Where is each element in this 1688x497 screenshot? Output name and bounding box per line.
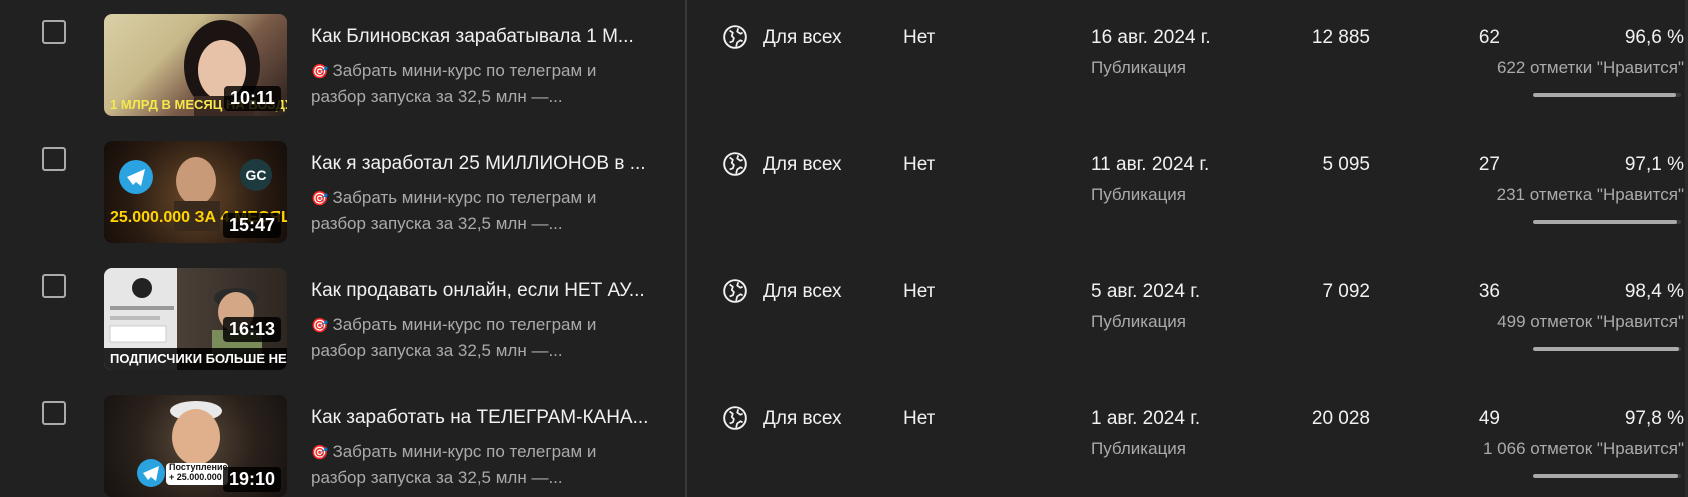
likes-count: 622 отметки "Нравится"	[1496, 58, 1684, 77]
globe-icon[interactable]	[722, 151, 748, 177]
description-line: разбор запуска за 32,5 млн —...	[311, 341, 563, 360]
likes-percent: 98,4 %	[1624, 281, 1684, 302]
publish-status: Публикация	[1091, 312, 1187, 331]
select-checkbox[interactable]	[42, 20, 66, 44]
likes-count: 1 066 отметок "Нравится"	[1482, 439, 1684, 458]
restrictions-value: Нет	[903, 408, 936, 429]
video-description: 🎯 Забрать мини-курс по телеграм и разбор …	[311, 185, 671, 236]
dart-icon: 🎯	[311, 190, 329, 206]
dart-icon: 🎯	[311, 444, 329, 460]
globe-icon[interactable]	[722, 24, 748, 50]
video-duration: 10:11	[223, 86, 281, 111]
visibility-label[interactable]: Для всех	[763, 408, 842, 430]
visibility-label[interactable]: Для всех	[763, 281, 842, 303]
likes-percent: 96,6 %	[1624, 27, 1684, 48]
visibility-label[interactable]: Для всех	[763, 27, 842, 49]
comments-count: 36	[1478, 281, 1500, 302]
videos-table: 1 МЛРД В МЕСЯЦ НА ВОЗДУХЕ? 10:11 Как Бли…	[0, 0, 1688, 497]
video-title[interactable]: Как заработать на ТЕЛЕГРАМ-КАНА...	[311, 407, 666, 429]
comments-count: 49	[1478, 408, 1500, 429]
likes-ratio-bar	[1533, 93, 1681, 97]
likes-count: 499 отметок "Нравится"	[1497, 312, 1684, 331]
likes-count: 231 отметка "Нравится"	[1496, 185, 1684, 204]
likes-ratio-fill	[1533, 474, 1678, 478]
publish-status: Публикация	[1091, 185, 1187, 204]
likes-ratio-bar	[1533, 220, 1681, 224]
description-line: Забрать мини-курс по телеграм и	[332, 315, 597, 334]
comments-count: 27	[1478, 154, 1500, 175]
video-thumbnail[interactable]: 1 МЛРД В МЕСЯЦ НА ВОЗДУХЕ? 10:11	[104, 14, 287, 116]
video-thumbnail[interactable]: Поступление + 25.000.000 19:10	[104, 395, 287, 497]
visibility-label[interactable]: Для всех	[763, 154, 842, 176]
video-title[interactable]: Как я заработал 25 МИЛЛИОНОВ в ...	[311, 153, 666, 175]
table-row[interactable]: 1 МЛРД В МЕСЯЦ НА ВОЗДУХЕ? 10:11 Как Бли…	[0, 0, 1688, 128]
views-count: 20 028	[1311, 408, 1370, 429]
select-checkbox[interactable]	[42, 401, 66, 425]
likes-ratio-bar	[1533, 474, 1681, 478]
description-line: разбор запуска за 32,5 млн —...	[311, 87, 563, 106]
logo-mark: GC	[246, 167, 267, 183]
video-duration: 19:10	[222, 467, 281, 492]
description-line: разбор запуска за 32,5 млн —...	[311, 214, 563, 233]
likes-percent: 97,1 %	[1624, 154, 1684, 175]
likes-ratio-bar	[1533, 347, 1681, 351]
restrictions-value: Нет	[903, 154, 936, 175]
likes-ratio-fill	[1533, 347, 1679, 351]
video-thumbnail[interactable]: GC 25.000.000 ЗА 4 МЕСЯЦА 15:47	[104, 141, 287, 243]
restrictions-value: Нет	[903, 281, 936, 302]
publish-date: 11 авг. 2024 г.	[1091, 154, 1210, 175]
likes-percent: 97,8 %	[1624, 408, 1684, 429]
video-title[interactable]: Как Блиновская зарабатывала 1 М...	[311, 26, 666, 48]
views-count: 12 885	[1311, 27, 1370, 48]
publish-date: 1 авг. 2024 г.	[1091, 408, 1201, 429]
globe-icon[interactable]	[722, 405, 748, 431]
likes-ratio-fill	[1533, 220, 1677, 224]
description-line: разбор запуска за 32,5 млн —...	[311, 468, 563, 487]
publish-status: Публикация	[1091, 439, 1187, 458]
table-row[interactable]: Поступление + 25.000.000 19:10 Как зараб…	[0, 381, 1688, 497]
views-count: 7 092	[1322, 281, 1370, 302]
video-duration: 15:47	[222, 213, 281, 238]
select-checkbox[interactable]	[42, 274, 66, 298]
video-title[interactable]: Как продавать онлайн, если НЕТ АУ...	[311, 280, 666, 302]
video-thumbnail[interactable]: ПОДПИСЧИКИ БОЛЬШЕ НЕ НУЖНЫ 16:13	[104, 268, 287, 370]
description-line: Забрать мини-курс по телеграм и	[332, 188, 597, 207]
views-count: 5 095	[1322, 154, 1370, 175]
likes-ratio-fill	[1533, 93, 1676, 97]
description-line: Забрать мини-курс по телеграм и	[332, 442, 597, 461]
video-duration: 16:13	[222, 317, 281, 342]
restrictions-value: Нет	[903, 27, 936, 48]
video-description: 🎯 Забрать мини-курс по телеграм и разбор …	[311, 312, 671, 363]
publish-status: Публикация	[1091, 58, 1187, 77]
table-row[interactable]: GC 25.000.000 ЗА 4 МЕСЯЦА 15:47 Как я за…	[0, 127, 1688, 255]
select-checkbox[interactable]	[42, 147, 66, 171]
thumbnail-caption: ПОДПИСЧИКИ БОЛЬШЕ НЕ НУЖНЫ	[104, 348, 287, 370]
video-description: 🎯 Забрать мини-курс по телеграм и разбор …	[311, 58, 671, 109]
publish-date: 16 авг. 2024 г.	[1091, 27, 1211, 48]
dart-icon: 🎯	[311, 317, 329, 333]
publish-date: 5 авг. 2024 г.	[1091, 281, 1201, 302]
dart-icon: 🎯	[311, 63, 329, 79]
video-description: 🎯 Забрать мини-курс по телеграм и разбор …	[311, 439, 671, 490]
description-line: Забрать мини-курс по телеграм и	[332, 61, 597, 80]
table-row[interactable]: ПОДПИСЧИКИ БОЛЬШЕ НЕ НУЖНЫ 16:13 Как про…	[0, 254, 1688, 382]
globe-icon[interactable]	[722, 278, 748, 304]
comments-count: 62	[1478, 27, 1500, 48]
